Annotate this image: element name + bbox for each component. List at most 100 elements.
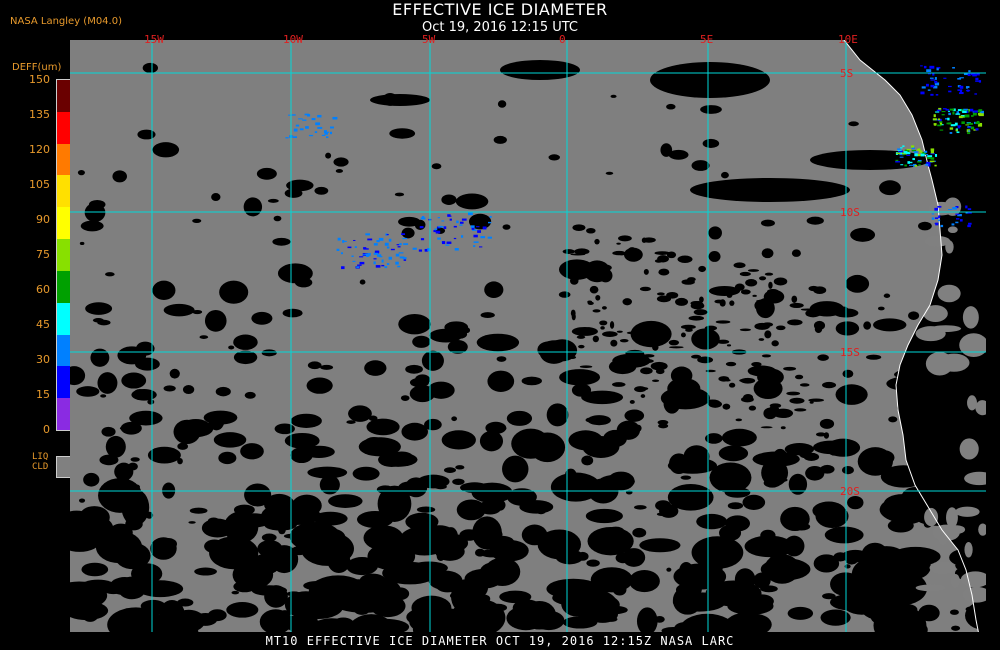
clear-sky-patch xyxy=(122,509,136,514)
colorbar-tick-label: 90 xyxy=(36,213,50,226)
clear-sky-patch xyxy=(421,350,444,371)
ice-cloud-pixel xyxy=(381,259,384,263)
clear-sky-patch xyxy=(600,326,605,330)
ice-cloud-pixel xyxy=(917,161,922,163)
ice-cloud-pixel xyxy=(454,248,459,251)
clear-sky-patch xyxy=(243,197,263,217)
clear-sky-patch xyxy=(786,391,801,396)
clear-sky-patch xyxy=(443,467,456,473)
latitude-label: 15S xyxy=(840,346,860,359)
clear-sky-patch xyxy=(717,286,731,292)
ice-cloud-pixel xyxy=(974,93,978,95)
ice-cloud-pixel xyxy=(910,145,915,148)
ice-cloud-pixel xyxy=(308,134,314,137)
clear-sky-patch xyxy=(90,348,110,367)
clear-sky-patch xyxy=(512,599,542,617)
clear-sky-patch xyxy=(570,277,579,285)
ice-cloud-pixel xyxy=(919,150,923,153)
clear-sky-patch xyxy=(680,475,692,480)
clear-sky-patch xyxy=(752,294,757,297)
clear-sky-patch xyxy=(805,465,825,481)
clear-sky-patch xyxy=(739,271,751,277)
ice-cloud-pixel xyxy=(900,164,904,166)
clear-sky-patch xyxy=(568,355,577,360)
clear-sky-patch xyxy=(656,292,665,296)
ice-cloud-pixel xyxy=(386,234,389,236)
clear-sky-patch xyxy=(550,472,601,502)
ice-cloud-pixel xyxy=(352,260,356,262)
ice-cloud-pixel xyxy=(967,212,972,214)
clear-sky-patch xyxy=(405,512,439,531)
clear-sky-patch xyxy=(789,302,804,309)
clear-sky-patch xyxy=(725,361,737,367)
clear-sky-patch xyxy=(328,494,363,508)
ice-cloud-pixel xyxy=(403,259,407,261)
clear-sky-patch xyxy=(773,277,788,286)
clear-sky-patch xyxy=(485,421,507,435)
ice-cloud-pixel xyxy=(441,241,446,245)
clear-sky-patch xyxy=(463,609,493,631)
clear-sky-patch xyxy=(404,530,411,537)
clear-sky-patch xyxy=(364,360,387,376)
longitude-label: 15W xyxy=(144,33,164,46)
clear-sky-patch xyxy=(740,289,751,295)
clear-sky-patch xyxy=(908,311,920,320)
ice-cloud-pixel xyxy=(311,117,316,121)
ice-cloud-pixel xyxy=(965,86,969,89)
ice-cloud-pixel xyxy=(363,247,367,250)
ice-cloud-pixel xyxy=(934,207,939,211)
ice-cloud-pixel xyxy=(973,110,979,113)
ice-cloud-pixel xyxy=(399,243,402,246)
clear-sky-patch xyxy=(142,62,159,73)
clear-sky-patch xyxy=(766,377,775,382)
clear-sky-patch xyxy=(398,313,431,335)
clear-sky-patch xyxy=(689,389,703,392)
clear-sky-patch xyxy=(169,368,180,379)
clear-sky-patch xyxy=(476,333,520,352)
ice-cloud-pixel xyxy=(487,236,492,239)
land-cloud-patch xyxy=(932,524,960,541)
clear-sky-patch xyxy=(616,242,621,245)
ice-cloud-pixel xyxy=(947,110,950,112)
clear-sky-patch xyxy=(655,368,665,375)
clear-sky-patch xyxy=(582,263,598,270)
ice-cloud-pixel xyxy=(388,238,392,242)
ice-cloud-pixel xyxy=(467,212,473,216)
clear-sky-patch xyxy=(625,249,635,254)
ice-cloud-pixel xyxy=(971,126,975,130)
clear-sky-patch xyxy=(233,504,255,516)
clear-sky-patch xyxy=(760,426,773,429)
clear-sky-patch xyxy=(747,365,777,377)
clear-sky-patch xyxy=(687,277,696,282)
clear-sky-patch xyxy=(602,331,618,337)
clear-sky-patch xyxy=(817,354,829,361)
clear-sky-patch xyxy=(207,609,227,622)
clear-sky-patch xyxy=(758,338,765,341)
clear-sky-patch xyxy=(592,309,601,313)
ice-cloud-pixel xyxy=(924,150,928,153)
clear-sky-patch xyxy=(728,382,736,388)
land-cloud-patch xyxy=(937,284,961,303)
clear-sky-patch xyxy=(562,249,575,254)
clear-sky-patch xyxy=(879,180,901,196)
clear-sky-patch xyxy=(760,219,775,227)
ice-cloud-pixel xyxy=(937,124,942,127)
clear-sky-patch xyxy=(771,340,779,347)
clear-sky-patch xyxy=(199,335,209,339)
clear-sky-patch xyxy=(951,625,961,631)
clear-sky-patch xyxy=(877,306,885,311)
clear-sky-patch xyxy=(696,513,728,530)
ice-cloud-pixel xyxy=(459,224,463,226)
clear-sky-patch xyxy=(787,606,814,620)
clear-sky-patch xyxy=(639,538,681,553)
ice-cloud-pixel xyxy=(911,149,917,152)
clear-sky-patch xyxy=(742,494,766,510)
clear-sky-patch xyxy=(810,150,930,170)
clear-sky-patch xyxy=(455,465,465,470)
clear-sky-patch xyxy=(815,432,826,437)
ice-cloud-pixel xyxy=(911,147,915,150)
clear-sky-patch xyxy=(639,331,645,337)
clear-sky-patch xyxy=(761,248,774,259)
liquid-cloud-label: LIQ CLD xyxy=(32,452,48,472)
clear-sky-patch xyxy=(192,218,202,223)
